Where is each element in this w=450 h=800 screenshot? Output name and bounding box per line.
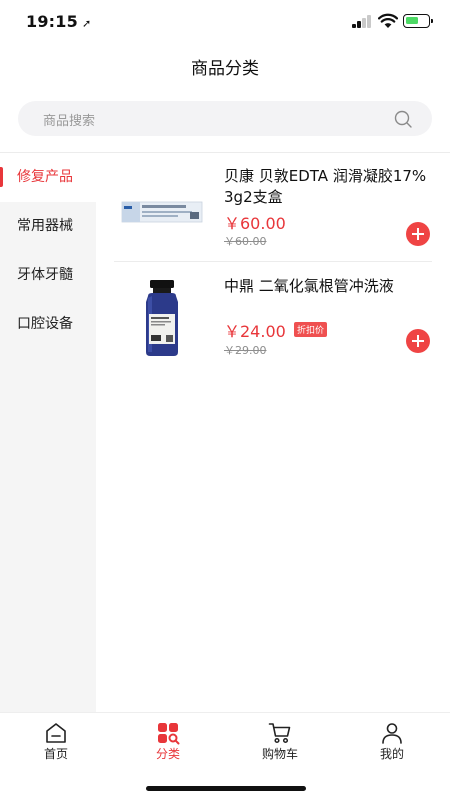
product-original-price: ￥60.00 [224, 235, 267, 248]
profile-icon [382, 723, 402, 744]
category-label: 口腔设备 [17, 316, 73, 332]
search-input[interactable]: 商品搜索 [18, 101, 432, 136]
status-time: 19:15 ➚ [26, 12, 91, 31]
tab-home[interactable]: 首页 [0, 713, 112, 773]
search-placeholder: 商品搜索 [43, 114, 96, 129]
category-item-repair-products[interactable]: 修复产品 [0, 153, 96, 202]
category-item-endodontics[interactable]: 牙体牙髓 [0, 251, 96, 300]
cart-icon [268, 723, 291, 744]
active-indicator [0, 167, 3, 187]
search-icon[interactable] [393, 109, 413, 129]
category-icon [158, 723, 180, 745]
battery-icon [403, 14, 433, 28]
add-to-cart-button[interactable] [406, 222, 430, 246]
tab-label: 分类 [155, 747, 180, 761]
product-original-price: ￥29.00 [224, 344, 267, 357]
signal-icon [352, 15, 374, 28]
product-card[interactable]: 中鼎 二氧化氯根管冲洗液 ￥24.00 折扣价 ￥29.00 [114, 270, 434, 370]
product-price: ￥24.00 [224, 322, 286, 341]
tab-label: 我的 [379, 747, 404, 761]
product-divider [114, 261, 432, 262]
category-label: 牙体牙髓 [17, 267, 73, 283]
product-name[interactable]: 贝康 贝敦EDTA 润滑凝胶17% 3g2支盒 [224, 166, 434, 208]
product-name[interactable]: 中鼎 二氧化氯根管冲洗液 [224, 276, 434, 297]
product-card[interactable]: 贝康 贝敦EDTA 润滑凝胶17% 3g2支盒 ￥60.00 ￥60.00 [114, 160, 434, 260]
product-price: ￥60.00 [224, 214, 286, 233]
category-item-dental-equipment[interactable]: 口腔设备 [0, 300, 96, 349]
clock-text: 19:15 [26, 12, 78, 31]
home-indicator [146, 786, 306, 791]
tab-cart[interactable]: 购物车 [224, 713, 336, 773]
tab-label: 购物车 [261, 747, 298, 761]
category-label: 常用器械 [17, 218, 73, 234]
product-image[interactable] [118, 272, 206, 360]
page-title: 商品分类 [191, 59, 259, 79]
discount-badge: 折扣价 [294, 322, 328, 337]
tab-profile[interactable]: 我的 [336, 713, 448, 773]
category-sidebar: 修复产品 常用器械 牙体牙髓 口腔设备 [0, 153, 96, 713]
status-bar: 19:15 ➚ [0, 0, 450, 44]
wifi-icon [378, 13, 398, 28]
tab-category[interactable]: 分类 [112, 713, 224, 773]
product-image[interactable] [118, 168, 206, 256]
tab-label: 首页 [43, 747, 68, 761]
location-icon: ➚ [81, 17, 92, 30]
add-to-cart-button[interactable] [406, 329, 430, 353]
category-item-instruments[interactable]: 常用器械 [0, 202, 96, 251]
category-label: 修复产品 [17, 169, 73, 185]
home-icon [46, 723, 66, 743]
